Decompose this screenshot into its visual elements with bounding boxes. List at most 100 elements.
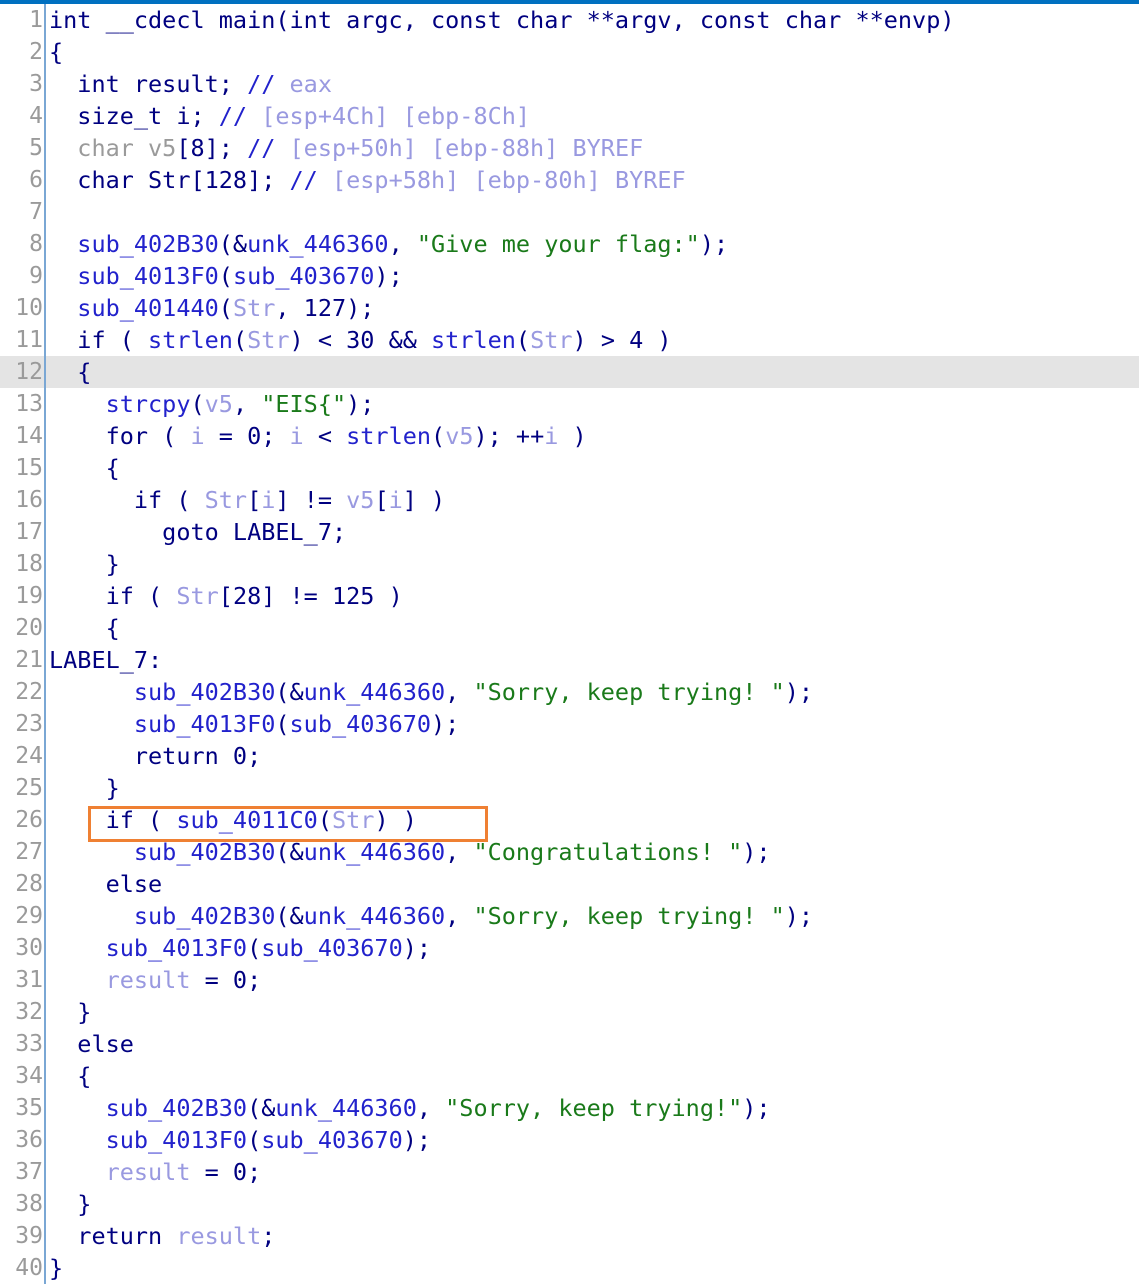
code-line[interactable]: 16 if ( Str[i] != v5[i] ) xyxy=(0,484,1139,516)
token-k: } xyxy=(49,998,92,1026)
code-text[interactable]: for ( i = 0; i < strlen(v5); ++i ) xyxy=(49,420,587,452)
code-line[interactable]: 8 sub_402B30(&unk_446360, "Give me your … xyxy=(0,228,1139,260)
code-text[interactable]: goto LABEL_7; xyxy=(49,516,346,548)
code-line[interactable]: 12 { xyxy=(0,356,1139,388)
code-text[interactable]: result = 0; xyxy=(49,964,262,996)
code-line[interactable]: 6 char Str[128]; // [esp+58h] [ebp-80h] … xyxy=(0,164,1139,196)
token-cmt: [esp+58h] [ebp-80h] BYREF xyxy=(317,166,686,194)
code-text[interactable]: { xyxy=(49,452,120,484)
token-cmt: eax xyxy=(275,70,332,98)
code-line[interactable]: 28 else xyxy=(0,868,1139,900)
code-line[interactable]: 1 int __cdecl main(int argc, const char *… xyxy=(0,4,1139,36)
code-text[interactable]: { xyxy=(49,612,120,644)
code-text[interactable]: char Str[128]; // [esp+58h] [ebp-80h] BY… xyxy=(49,164,686,196)
gutter-separator xyxy=(44,644,46,676)
code-line[interactable]: 27 sub_402B30(&unk_446360, "Congratulati… xyxy=(0,836,1139,868)
code-line[interactable]: 33 else xyxy=(0,1028,1139,1060)
code-line[interactable]: 36 sub_4013F0(sub_403670); xyxy=(0,1124,1139,1156)
code-line[interactable]: 13 strcpy(v5, "EIS{"); xyxy=(0,388,1139,420)
code-text[interactable]: sub_402B30(&unk_446360, "Give me your fl… xyxy=(49,228,728,260)
token-fn: sub_402B30 xyxy=(133,902,276,930)
gutter-separator xyxy=(44,1220,46,1252)
code-line[interactable]: 40} xyxy=(0,1252,1139,1284)
code-line[interactable]: 11 if ( strlen(Str) < 30 && strlen(Str) … xyxy=(0,324,1139,356)
code-line[interactable]: 32 } xyxy=(0,996,1139,1028)
token-k: { xyxy=(49,614,120,642)
code-text[interactable]: LABEL_7: xyxy=(49,644,162,676)
code-line[interactable]: 26 if ( sub_4011C0(Str) ) xyxy=(0,804,1139,836)
code-text[interactable]: sub_402B30(&unk_446360, "Sorry, keep try… xyxy=(49,900,813,932)
code-text[interactable]: } xyxy=(49,1188,91,1220)
code-text[interactable]: sub_402B30(&unk_446360, "Congratulations… xyxy=(49,836,771,868)
code-text[interactable]: sub_4013F0(sub_403670); xyxy=(49,260,402,292)
gutter-separator xyxy=(44,484,46,516)
code-text[interactable]: if ( Str[i] != v5[i] ) xyxy=(49,484,445,516)
token-fn: unk_446360 xyxy=(303,838,446,866)
code-line[interactable]: 2{ xyxy=(0,36,1139,68)
token-fn: sub_4013F0 xyxy=(105,1126,248,1154)
code-text[interactable]: { xyxy=(49,36,63,68)
code-line[interactable]: 39 return result; xyxy=(0,1220,1139,1252)
code-text[interactable]: else xyxy=(49,1028,134,1060)
code-text[interactable]: return result; xyxy=(49,1220,275,1252)
code-line[interactable]: 19 if ( Str[28] != 125 ) xyxy=(0,580,1139,612)
code-line[interactable]: 14 for ( i = 0; i < strlen(v5); ++i ) xyxy=(0,420,1139,452)
code-line[interactable]: 31 result = 0; xyxy=(0,964,1139,996)
code-line[interactable]: 29 sub_402B30(&unk_446360, "Sorry, keep … xyxy=(0,900,1139,932)
code-line[interactable]: 9 sub_4013F0(sub_403670); xyxy=(0,260,1139,292)
pseudocode-view[interactable]: 1 int __cdecl main(int argc, const char *… xyxy=(0,4,1139,1285)
code-line[interactable]: 30 sub_4013F0(sub_403670); xyxy=(0,932,1139,964)
token-k: else xyxy=(49,870,163,898)
code-text[interactable]: } xyxy=(49,996,91,1028)
code-line[interactable]: 10 sub_401440(Str, 127); xyxy=(0,292,1139,324)
code-text[interactable]: strcpy(v5, "EIS{"); xyxy=(49,388,375,420)
code-line[interactable]: 4 size_t i; // [esp+4Ch] [ebp-8Ch] xyxy=(0,100,1139,132)
code-text[interactable]: if ( Str[28] != 125 ) xyxy=(49,580,403,612)
code-text[interactable]: return 0; xyxy=(49,740,261,772)
token-k: else xyxy=(49,1030,134,1058)
token-k xyxy=(49,390,106,418)
token-k: if ( xyxy=(49,806,177,834)
token-fn: unk_446360 xyxy=(303,902,446,930)
code-line[interactable]: 24 return 0; xyxy=(0,740,1139,772)
code-line[interactable]: 23 sub_4013F0(sub_403670); xyxy=(0,708,1139,740)
code-line[interactable]: 18 } xyxy=(0,548,1139,580)
code-line[interactable]: 7 xyxy=(0,196,1139,228)
code-text[interactable]: sub_4013F0(sub_403670); xyxy=(49,1124,431,1156)
code-text[interactable]: result = 0; xyxy=(49,1156,262,1188)
code-text[interactable]: { xyxy=(49,356,91,388)
code-line[interactable]: 5 char v5[8]; // [esp+50h] [ebp-88h] BYR… xyxy=(0,132,1139,164)
code-text[interactable]: size_t i; // [esp+4Ch] [ebp-8Ch] xyxy=(49,100,530,132)
code-text[interactable]: } xyxy=(49,548,120,580)
code-text[interactable]: int __cdecl main(int argc, const char **… xyxy=(49,4,955,36)
code-text[interactable]: char v5[8]; // [esp+50h] [ebp-88h] BYREF xyxy=(49,132,643,164)
token-str: "Give me your flag:" xyxy=(416,230,700,258)
token-k: ); xyxy=(699,230,729,258)
code-text[interactable]: if ( strlen(Str) < 30 && strlen(Str) > 4… xyxy=(49,324,671,356)
code-text[interactable]: sub_4013F0(sub_403670); xyxy=(49,708,459,740)
token-var: i xyxy=(190,422,205,450)
code-text[interactable]: sub_401440(Str, 127); xyxy=(49,292,374,324)
code-text[interactable]: else xyxy=(49,868,163,900)
code-text[interactable]: sub_402B30(&unk_446360, "Sorry, keep try… xyxy=(49,1092,771,1124)
code-line[interactable]: 15 { xyxy=(0,452,1139,484)
code-text[interactable]: } xyxy=(49,772,120,804)
code-line[interactable]: 22 sub_402B30(&unk_446360, "Sorry, keep … xyxy=(0,676,1139,708)
code-text[interactable]: sub_4013F0(sub_403670); xyxy=(49,932,431,964)
code-line-list[interactable]: 1 int __cdecl main(int argc, const char *… xyxy=(0,4,1139,1284)
code-line[interactable]: 25 } xyxy=(0,772,1139,804)
code-line[interactable]: 17 goto LABEL_7; xyxy=(0,516,1139,548)
code-text[interactable]: sub_402B30(&unk_446360, "Sorry, keep try… xyxy=(49,676,813,708)
code-line[interactable]: 37 result = 0; xyxy=(0,1156,1139,1188)
code-line[interactable]: 20 { xyxy=(0,612,1139,644)
code-line[interactable]: 21 LABEL_7: xyxy=(0,644,1139,676)
code-line[interactable]: 3 int result; // eax xyxy=(0,68,1139,100)
code-text[interactable]: if ( sub_4011C0(Str) ) xyxy=(49,804,417,836)
line-number: 15 xyxy=(15,455,43,481)
code-text[interactable]: int result; // eax xyxy=(49,68,332,100)
code-line[interactable]: 38 } xyxy=(0,1188,1139,1220)
code-text[interactable]: } xyxy=(49,1252,63,1284)
code-line[interactable]: 34 { xyxy=(0,1060,1139,1092)
code-text[interactable]: { xyxy=(49,1060,91,1092)
code-line[interactable]: 35 sub_402B30(&unk_446360, "Sorry, keep … xyxy=(0,1092,1139,1124)
